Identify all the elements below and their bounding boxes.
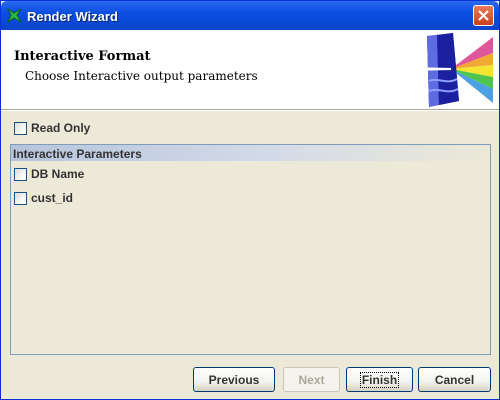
app-icon bbox=[6, 7, 23, 24]
finish-button[interactable]: Finish bbox=[346, 367, 413, 392]
read-only-label: Read Only bbox=[31, 121, 91, 135]
read-only-checkbox[interactable] bbox=[14, 121, 27, 135]
parameters-heading-bar: Interactive Parameters bbox=[11, 145, 490, 161]
finish-button-label: Finish bbox=[359, 371, 400, 388]
previous-button[interactable]: Previous bbox=[193, 367, 275, 392]
cancel-button[interactable]: Cancel bbox=[418, 367, 491, 392]
db-name-label: DB Name bbox=[31, 167, 85, 181]
cust-id-checkbox[interactable] bbox=[14, 191, 27, 205]
window-title: Render Wizard bbox=[27, 9, 118, 24]
header-separator bbox=[1, 109, 499, 111]
title-bar[interactable]: Render Wizard bbox=[1, 1, 499, 30]
next-button[interactable]: Next bbox=[283, 367, 340, 392]
page-subtitle: Choose Interactive output parameters bbox=[25, 69, 258, 83]
read-only-option[interactable]: Read Only bbox=[14, 120, 90, 136]
parameters-heading: Interactive Parameters bbox=[13, 147, 142, 161]
page-title: Interactive Format bbox=[14, 49, 151, 64]
render-prism-graphic bbox=[407, 31, 493, 112]
wizard-header: Interactive Format Choose Interactive ou… bbox=[1, 30, 499, 109]
render-wizard-window: Render Wizard Interactive Format Choose … bbox=[0, 0, 500, 400]
next-button-label: Next bbox=[298, 372, 325, 387]
db-name-checkbox[interactable] bbox=[14, 167, 27, 181]
parameter-item-cust-id[interactable]: cust_id bbox=[14, 190, 73, 206]
previous-button-label: Previous bbox=[208, 372, 260, 387]
cust-id-label: cust_id bbox=[31, 191, 74, 205]
close-icon bbox=[478, 10, 489, 21]
parameter-item-db-name[interactable]: DB Name bbox=[14, 166, 84, 182]
interactive-parameters-panel: Interactive Parameters DB Name cust_id bbox=[10, 144, 491, 355]
cancel-button-label: Cancel bbox=[434, 372, 475, 387]
close-button[interactable] bbox=[473, 5, 494, 26]
